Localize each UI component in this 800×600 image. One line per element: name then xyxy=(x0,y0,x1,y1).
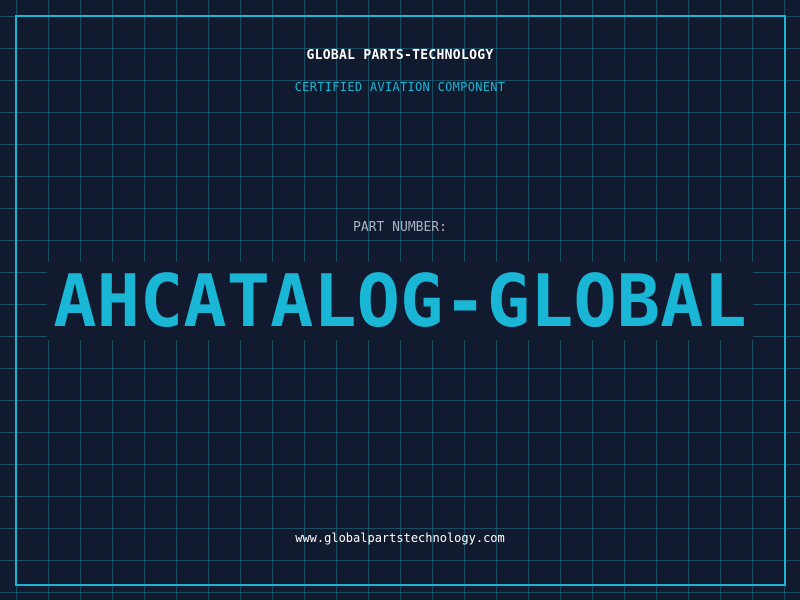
website-url: www.globalpartstechnology.com xyxy=(295,531,505,545)
certification-subtitle: CERTIFIED AVIATION COMPONENT xyxy=(294,80,506,94)
part-number-label: PART NUMBER: xyxy=(353,220,447,235)
company-name: GLOBAL PARTS-TECHNOLOGY xyxy=(306,48,494,63)
part-number-value: AHCATALOG-GLOBAL xyxy=(53,259,747,343)
part-number-container: AHCATALOG-GLOBAL xyxy=(0,262,800,340)
label-canvas: GLOBAL PARTS-TECHNOLOGY CERTIFIED AVIATI… xyxy=(0,0,800,600)
part-number-backdrop: AHCATALOG-GLOBAL xyxy=(47,262,753,340)
